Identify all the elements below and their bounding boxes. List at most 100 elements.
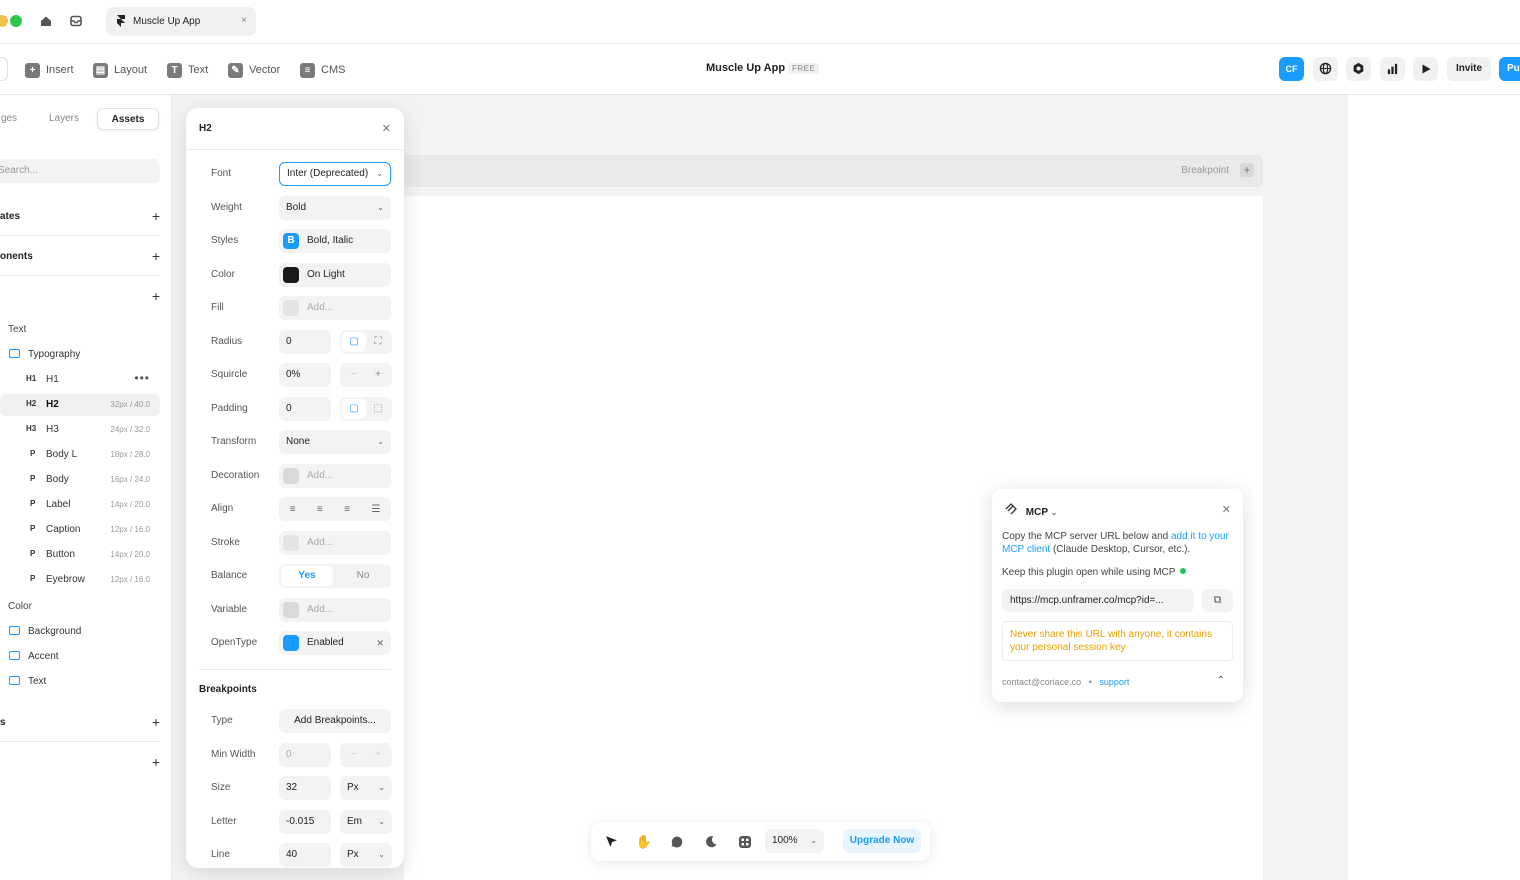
line-input[interactable]: 40 <box>279 843 331 867</box>
font-select[interactable]: Inter (Deprecated) ⌄ <box>279 162 391 186</box>
add-breakpoint-plus-icon[interactable]: + <box>1240 163 1254 177</box>
fill-control[interactable]: Add... <box>279 296 391 320</box>
stroke-control[interactable]: Add... <box>279 531 391 555</box>
analytics-icon[interactable] <box>1380 57 1405 81</box>
padding-input[interactable]: 0 <box>279 397 331 421</box>
tab-pages[interactable]: ges <box>0 108 24 130</box>
assets-search-input[interactable]: Search... <box>0 159 160 183</box>
inbox-icon[interactable] <box>69 14 83 28</box>
styles-control[interactable]: B Bold, Italic <box>279 229 391 253</box>
mcp-url-field[interactable]: https://mcp.unframer.co/mcp?id=... <box>1002 589 1194 612</box>
insert-button[interactable]: + Insert <box>25 61 74 79</box>
uniform-padding-icon[interactable]: ▢ <box>342 399 366 419</box>
text-align-control[interactable]: ≡ ≡ ≡ ☰ <box>279 497 391 521</box>
contact-email[interactable]: contact@coriace.co <box>1002 677 1081 687</box>
weight-select[interactable]: Bold ⌄ <box>279 196 391 220</box>
line-unit-select[interactable]: Px ⌄ <box>340 843 392 867</box>
hand-tool-icon[interactable]: ✋ <box>634 832 654 852</box>
more-options-icon[interactable]: ••• <box>134 371 150 385</box>
align-justify-icon[interactable]: ☰ <box>371 504 380 515</box>
style-row-caption[interactable]: P Caption 12px / 16.0 <box>0 519 160 541</box>
style-row-h3[interactable]: H3 H3 24px / 32.0 <box>0 419 160 441</box>
squircle-input[interactable]: 0% <box>279 363 331 387</box>
style-row-h2[interactable]: H2 H2 32px / 40.0 <box>0 394 160 416</box>
add-other-plus-icon[interactable]: + <box>152 754 160 770</box>
variable-control[interactable]: Add... <box>279 598 391 622</box>
padding-mode-toggle[interactable]: ▢ ⬚ <box>340 397 392 421</box>
tab-assets[interactable]: Assets <box>97 108 159 130</box>
plus-icon[interactable]: + <box>366 365 390 385</box>
minus-icon[interactable]: − <box>342 745 366 765</box>
copy-icon[interactable]: ⧉ <box>1202 589 1233 612</box>
remove-icon[interactable]: ✕ <box>376 631 384 655</box>
decoration-control[interactable]: Add... <box>279 464 391 488</box>
color-control[interactable]: On Light <box>279 263 391 287</box>
minimize-window-button[interactable] <box>0 15 8 27</box>
document-tab[interactable]: Muscle Up App × <box>106 7 256 36</box>
squircle-stepper[interactable]: − + <box>340 363 392 387</box>
add-font-plus-icon[interactable]: + <box>152 714 160 730</box>
globe-icon[interactable] <box>1313 57 1338 81</box>
style-row-eyebrow[interactable]: P Eyebrow 12px / 16.0 <box>0 569 160 591</box>
cursor-tool-icon[interactable] <box>601 832 621 852</box>
letter-unit-select[interactable]: Em ⌄ <box>340 810 392 834</box>
letter-input[interactable]: -0.015 <box>279 810 331 834</box>
tab-layers[interactable]: Layers <box>36 108 92 130</box>
style-row-body[interactable]: P Body 16px / 24.0 <box>0 469 160 491</box>
play-preview-icon[interactable] <box>1413 57 1438 81</box>
support-link[interactable]: support <box>1099 677 1129 687</box>
add-style-plus-icon[interactable]: + <box>152 288 160 304</box>
vector-button[interactable]: ✎ Vector <box>228 61 280 79</box>
balance-toggle[interactable]: Yes No <box>279 564 391 588</box>
transform-select[interactable]: None ⌄ <box>279 430 391 454</box>
radius-input[interactable]: 0 <box>279 330 331 354</box>
folder-typography[interactable]: Typography <box>0 344 160 366</box>
folder-accent[interactable]: Accent <box>0 646 160 668</box>
dark-mode-icon[interactable] <box>701 832 721 852</box>
publish-button[interactable]: Pu <box>1499 57 1520 81</box>
plus-icon[interactable]: + <box>366 745 390 765</box>
cms-button[interactable]: ≡ CMS <box>300 61 345 79</box>
style-row-button[interactable]: P Button 14px / 20.0 <box>0 544 160 566</box>
chevron-up-icon[interactable]: ⌃ <box>1217 675 1225 686</box>
style-row-label[interactable]: P Label 14px / 20.0 <box>0 494 160 516</box>
min-width-stepper[interactable]: − + <box>340 743 392 767</box>
zoom-select[interactable]: 100% ⌄ <box>765 829 824 853</box>
add-template-plus-icon[interactable]: + <box>152 208 160 224</box>
individual-corners-icon[interactable]: ⛶ <box>366 332 390 352</box>
close-tab-icon[interactable]: × <box>241 15 247 26</box>
size-unit-select[interactable]: Px ⌄ <box>340 776 392 800</box>
close-icon[interactable]: ✕ <box>382 122 391 135</box>
folder-text[interactable]: Text <box>0 671 160 693</box>
add-component-plus-icon[interactable]: + <box>152 248 160 264</box>
folder-background[interactable]: Background <box>0 621 160 643</box>
uniform-corners-icon[interactable]: ▢ <box>342 332 366 352</box>
style-row-body-l[interactable]: P Body L 18px / 28.0 <box>0 444 160 466</box>
user-avatar[interactable]: CF <box>1279 57 1304 81</box>
opentype-control[interactable]: Enabled ✕ <box>279 631 391 655</box>
project-title[interactable]: Muscle Up App <box>706 62 785 74</box>
upgrade-now-button[interactable]: Upgrade Now <box>843 829 921 853</box>
comment-tool-icon[interactable] <box>667 832 687 852</box>
size-input[interactable]: 32 <box>279 776 331 800</box>
balance-yes[interactable]: Yes <box>281 566 333 586</box>
add-breakpoints-button[interactable]: Add Breakpoints... <box>279 709 391 733</box>
text-button[interactable]: T Text <box>167 61 208 79</box>
style-row-h1[interactable]: H1 H1 ••• <box>0 369 160 391</box>
layout-button[interactable]: ▤ Layout <box>93 61 147 79</box>
balance-no[interactable]: No <box>337 566 389 586</box>
align-center-icon[interactable]: ≡ <box>317 504 323 515</box>
close-icon[interactable]: ✕ <box>1222 503 1231 516</box>
mcp-header[interactable]: MCP ⌄ <box>1005 503 1057 518</box>
maximize-window-button[interactable] <box>10 15 22 27</box>
radius-mode-toggle[interactable]: ▢ ⛶ <box>340 330 392 354</box>
invite-button[interactable]: Invite <box>1447 57 1491 81</box>
individual-padding-icon[interactable]: ⬚ <box>366 399 390 419</box>
align-right-icon[interactable]: ≡ <box>344 504 350 515</box>
settings-icon[interactable] <box>1346 57 1371 81</box>
min-width-input[interactable]: 0 <box>279 743 331 767</box>
home-icon[interactable] <box>39 14 53 28</box>
menu-button[interactable] <box>0 57 8 81</box>
align-left-icon[interactable]: ≡ <box>290 504 296 515</box>
grid-view-icon[interactable] <box>735 832 755 852</box>
